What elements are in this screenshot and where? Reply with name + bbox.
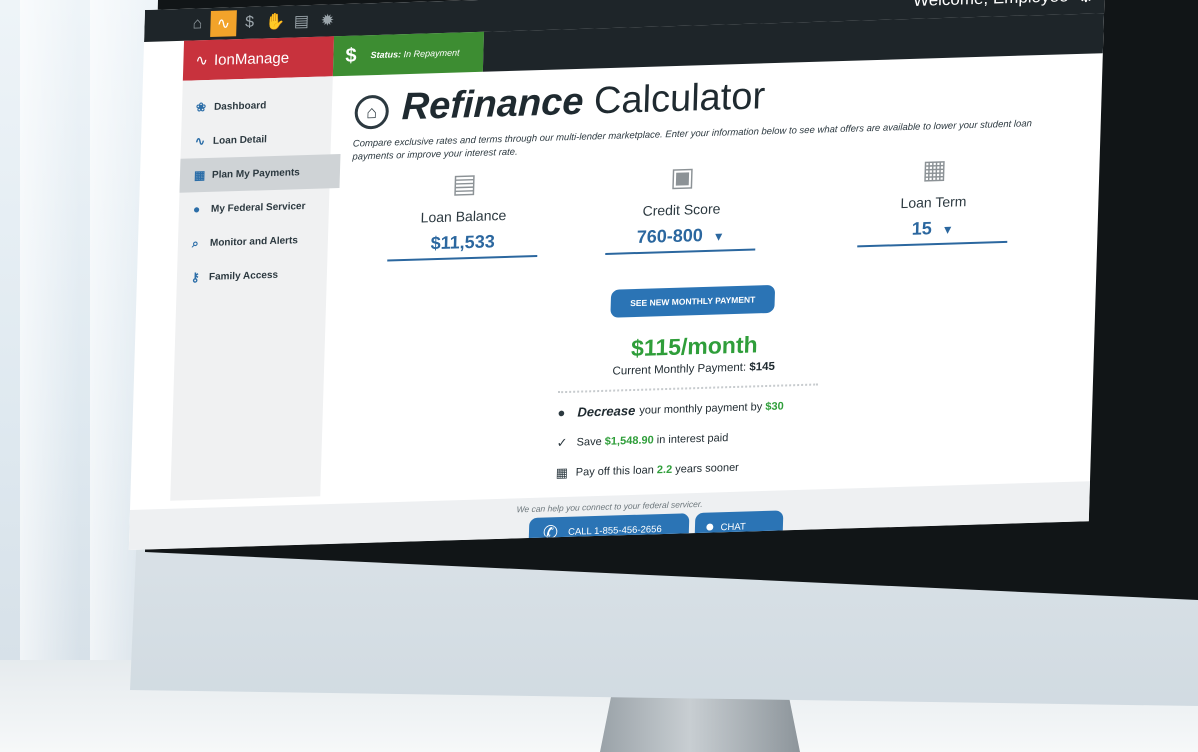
sidebar-item-federal-servicer[interactable]: ● My Federal Servicer [178, 188, 329, 227]
divider [558, 383, 819, 394]
loan-balance-label: Loan Balance [420, 206, 507, 226]
loan-balance-field: ▤ Loan Balance $11,533 [387, 166, 540, 262]
benefit-amount: 2.2 [656, 463, 673, 477]
key-icon: ⚷ [190, 270, 200, 285]
chevron-down-icon: ▼ [712, 229, 725, 244]
sidebar-item-label: My Federal Servicer [210, 200, 306, 215]
status-label: Status: [370, 49, 402, 61]
calendar-icon: ▦ [555, 464, 569, 481]
benefit-text: your monthly payment by [639, 400, 763, 417]
title-bold: Refinance [401, 80, 585, 129]
credit-score-field: ▣ Credit Score 760-800 ▼ [605, 159, 758, 255]
pulse-icon[interactable]: ∿ [210, 10, 237, 38]
sidebar-item-label: Family Access [208, 269, 279, 283]
current-payment-value: $145 [749, 360, 776, 374]
sidebar-item-loan-detail[interactable]: ∿ Loan Detail [181, 120, 332, 159]
benefit-text: Pay off this loan [575, 464, 654, 479]
benefit-text: Save [576, 435, 602, 449]
credit-report-icon: ▣ [669, 161, 696, 193]
chat-label: CHAT [720, 520, 746, 533]
graduation-icon[interactable]: ⌂ [184, 11, 211, 38]
benefit-save: ✓ Save $1,548.90 in interest paid [556, 430, 728, 451]
dollar-icon: $ [345, 44, 357, 67]
app-screen: ⌂ ∿ $ ✋ ▤ ✹ Welcome, Employee ⚙ ∿ IonMan… [128, 0, 1106, 550]
dashboard-icon: ❀ [195, 100, 207, 115]
check-badge-icon: ✓ [556, 434, 568, 451]
loan-term-select[interactable]: 15 ▼ [857, 215, 1009, 248]
sidebar-item-label: Dashboard [213, 99, 267, 113]
benefit-decrease: ● Decrease your monthly payment by $30 [557, 398, 784, 420]
status-value: In Repayment [403, 47, 460, 60]
sidebar-item-dashboard[interactable]: ❀ Dashboard [182, 86, 333, 125]
calendar-dollar-icon: ▦ [921, 153, 948, 185]
status-banner: $ Status: In Repayment [332, 31, 485, 77]
benefit-text: years sooner [675, 461, 739, 476]
brand-name: IonManage [213, 49, 290, 69]
sidebar-item-label: Monitor and Alerts [209, 234, 299, 249]
credit-score-value: 760-800 [636, 225, 704, 248]
sidebar-item-plan-my-payments[interactable]: ▦ Plan My Payments [179, 154, 341, 193]
brand-logo[interactable]: ∿ IonManage [182, 36, 335, 81]
gear-icon[interactable]: ✹ [314, 7, 341, 34]
loan-term-value: 15 [911, 218, 933, 239]
document-icon: ▤ [451, 167, 478, 199]
sidebar: ❀ Dashboard ∿ Loan Detail ▦ Plan My Paym… [170, 76, 341, 501]
credit-score-select[interactable]: 760-800 ▼ [605, 223, 757, 255]
benefit-strong: Decrease [577, 402, 636, 420]
page-title: Refinance Calculator [401, 75, 766, 129]
money-icon[interactable]: $ [236, 9, 263, 36]
welcome-text: Welcome, Employee [913, 0, 1069, 11]
calendar-icon: ▦ [193, 168, 206, 183]
hand-icon[interactable]: ✋ [262, 9, 289, 36]
graduation-cap-icon: ⌂ [354, 94, 390, 130]
current-payment-label: Current Monthly Payment: [612, 361, 747, 378]
sidebar-item-monitor-alerts[interactable]: ⌕ Monitor and Alerts [177, 222, 328, 260]
sidebar-item-label: Plan My Payments [211, 166, 300, 181]
sidebar-item-label: Loan Detail [212, 133, 268, 147]
search-icon: ⌕ [191, 235, 199, 250]
benefit-payoff: ▦ Pay off this loan 2.2 years sooner [555, 460, 739, 481]
credit-score-label: Credit Score [642, 200, 721, 219]
benefit-text: in interest paid [656, 432, 729, 447]
top-nav-icons: ⌂ ∿ $ ✋ ▤ ✹ [184, 7, 341, 38]
see-new-monthly-payment-button[interactable]: SEE NEW MONTHLY PAYMENT [610, 284, 776, 318]
benefit-amount: $1,548.90 [604, 434, 654, 448]
background-window-light [20, 0, 80, 752]
loan-term-label: Loan Term [900, 193, 967, 212]
piggy-bank-icon: ● [557, 405, 566, 421]
loan-term-field: ▦ Loan Term 15 ▼ [857, 152, 1010, 248]
pulse-icon: ∿ [194, 134, 206, 149]
benefit-amount: $30 [765, 399, 784, 413]
chevron-down-icon: ▼ [941, 222, 954, 237]
sidebar-item-family-access[interactable]: ⚷ Family Access [176, 256, 327, 295]
document-icon[interactable]: ▤ [288, 8, 315, 35]
loan-balance-input[interactable]: $11,533 [387, 230, 539, 262]
settings-gear-icon[interactable]: ⚙ [1077, 0, 1095, 8]
pulse-icon: ∿ [195, 52, 209, 70]
info-icon: ● [192, 202, 201, 217]
title-light: Calculator [593, 75, 766, 123]
